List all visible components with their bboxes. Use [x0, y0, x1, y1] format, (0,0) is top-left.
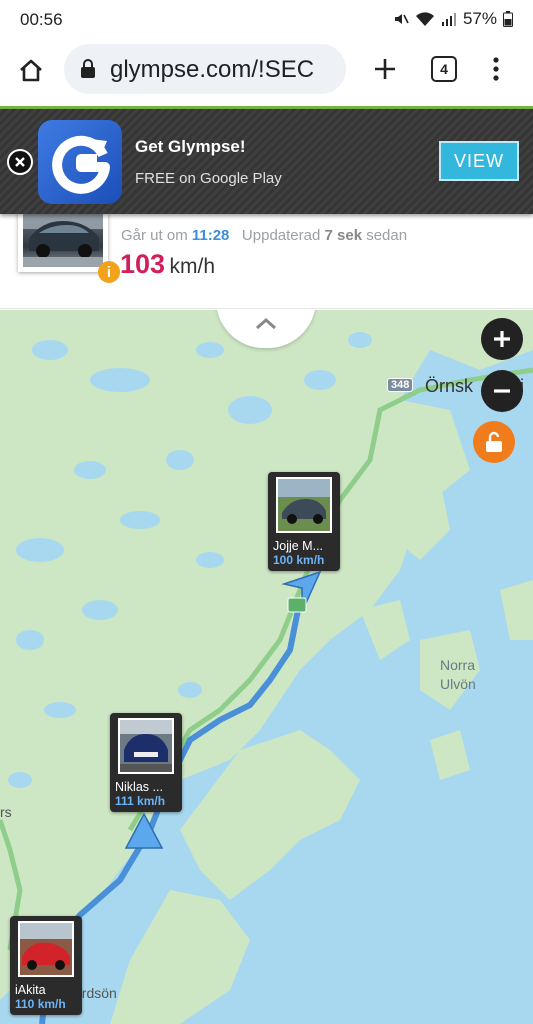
- unlock-icon: [486, 431, 502, 452]
- user-marker-jojje[interactable]: Jojje M... 100 km/h: [268, 472, 340, 571]
- marker-photo: [118, 718, 174, 774]
- place-label-ulvon: Ulvön: [440, 676, 476, 692]
- marker-speed: 110 km/h: [15, 997, 66, 1011]
- place-label-norra: Norra: [440, 657, 476, 673]
- home-button[interactable]: [14, 54, 48, 88]
- marker-photo: [18, 921, 74, 977]
- marker-name: Niklas ...: [115, 780, 163, 794]
- eta-line: Går ut om 11:28 Uppdaterad 7 sek sedan: [121, 227, 407, 244]
- direction-arrow-icon: [281, 570, 322, 613]
- browser-toolbar: glympse.com/!SEC 4: [0, 40, 533, 106]
- status-time: 00:56: [20, 10, 63, 29]
- updated-suffix: sedan: [366, 227, 408, 244]
- more-menu-button[interactable]: [486, 52, 506, 86]
- status-bar: 00:56 57%: [0, 0, 533, 40]
- speed-readout: 103 km/h: [120, 249, 215, 280]
- glympse-logo-icon: [38, 120, 122, 204]
- place-label-rs: rs: [0, 804, 12, 820]
- marker-speed: 111 km/h: [115, 794, 166, 808]
- speed-value: 103: [120, 249, 166, 279]
- address-bar[interactable]: glympse.com/!SEC: [64, 44, 346, 94]
- place-label-ornskoldsvik: Örnsk: [425, 376, 474, 396]
- updated-prefix: Uppdaterad: [241, 227, 321, 244]
- minus-icon: [494, 389, 510, 393]
- map-view[interactable]: 348 Örnsk vi Norra Ulvön rs ordsön Jojje…: [0, 310, 533, 1024]
- close-banner-button[interactable]: [7, 149, 33, 175]
- direction-arrow-icon: [124, 812, 164, 849]
- battery-percent: 57%: [462, 9, 497, 28]
- chevron-up-icon: [256, 317, 276, 330]
- marker-name: Jojje M...: [273, 539, 324, 553]
- updated-value: 7 sek: [324, 227, 363, 244]
- status-icons: 57%: [393, 9, 513, 29]
- signal-icon: [441, 11, 457, 27]
- banner-title: Get Glympse!: [135, 137, 246, 156]
- eta-prefix: Går ut om: [121, 227, 188, 244]
- lock-icon: [80, 59, 96, 84]
- plus-icon: [494, 331, 510, 347]
- more-vertical-icon: [493, 57, 499, 81]
- info-icon[interactable]: i: [98, 261, 120, 283]
- speed-unit: km/h: [169, 255, 216, 278]
- zoom-in-button[interactable]: [481, 318, 523, 360]
- unlock-map-button[interactable]: [473, 421, 515, 463]
- close-icon: [15, 157, 25, 167]
- plus-icon: [375, 59, 395, 79]
- mute-icon: [393, 11, 409, 27]
- user-marker-niklas[interactable]: Niklas ... 111 km/h: [110, 713, 182, 812]
- user-marker-iakita[interactable]: iAkita 110 km/h: [10, 916, 82, 1015]
- url-text: glympse.com/!SEC: [110, 56, 315, 83]
- wifi-icon: [415, 11, 435, 27]
- marker-speed: 100 km/h: [273, 553, 325, 567]
- view-button[interactable]: VIEW: [439, 141, 519, 181]
- new-tab-button[interactable]: [368, 52, 402, 86]
- road-shield-348: 348: [387, 378, 414, 392]
- home-icon: [20, 59, 42, 82]
- tab-switcher-button[interactable]: 4: [431, 56, 457, 82]
- eta-time: 11:28: [191, 227, 230, 244]
- marker-photo: [276, 477, 332, 533]
- banner-subtitle: FREE on Google Play: [135, 170, 282, 187]
- battery-icon: [503, 11, 513, 27]
- app-install-banner: Get Glympse! FREE on Google Play VIEW: [0, 109, 533, 214]
- zoom-out-button[interactable]: [481, 370, 523, 412]
- marker-name: iAkita: [15, 983, 46, 997]
